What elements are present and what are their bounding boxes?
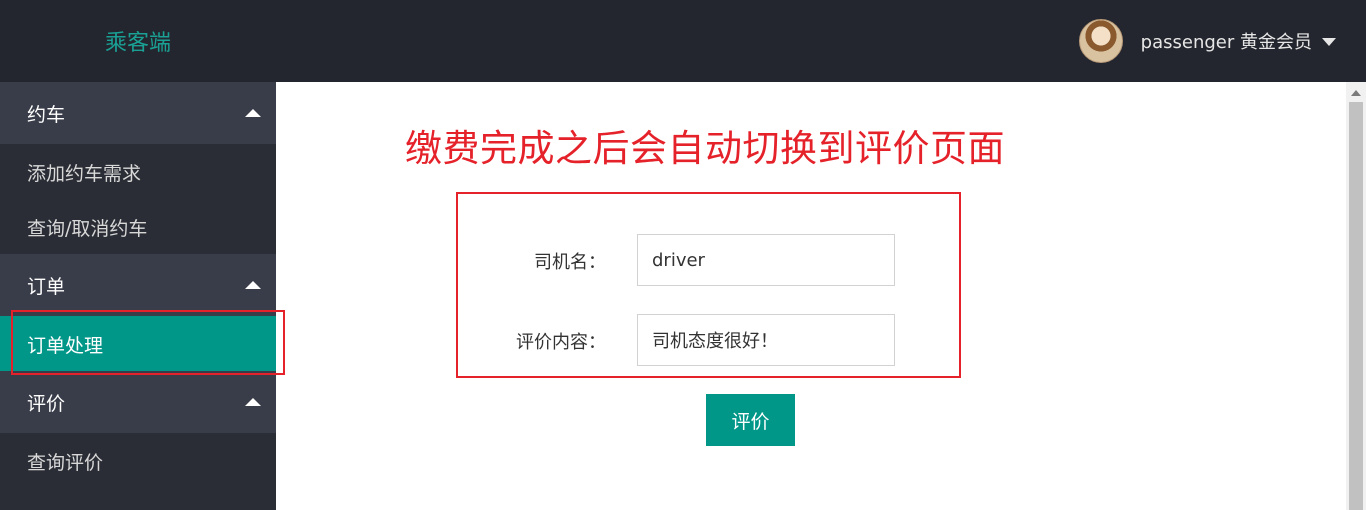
- user-menu[interactable]: passenger 黄金会员: [1078, 18, 1336, 64]
- chevron-up-icon: [245, 281, 261, 289]
- scroll-thumb[interactable]: [1349, 102, 1363, 510]
- app-brand[interactable]: 乘客端: [105, 25, 171, 57]
- chevron-up-icon: [245, 398, 261, 406]
- sidebar-item-add-booking[interactable]: 添加约车需求: [0, 144, 276, 199]
- avatar[interactable]: [1078, 19, 1123, 63]
- scroll-up-arrow-icon[interactable]: [1351, 90, 1361, 96]
- sidebar-item-label: 查询评价: [27, 452, 104, 474]
- chevron-up-icon: [245, 109, 261, 117]
- sidebar-item-label: 订单处理: [27, 335, 104, 357]
- driver-name-label: 司机名：: [534, 252, 606, 273]
- sidebar-item-order-processing[interactable]: 订单处理: [0, 316, 276, 371]
- sidebar-group-label: 约车: [27, 104, 66, 126]
- sidebar-item-query-cancel-booking[interactable]: 查询/取消约车: [0, 199, 276, 254]
- sidebar-group-orders[interactable]: 订单: [0, 254, 276, 316]
- user-name[interactable]: passenger 黄金会员: [1141, 28, 1312, 54]
- top-header: 乘客端 passenger 黄金会员: [0, 0, 1366, 82]
- comment-label: 评价内容：: [516, 332, 606, 353]
- sidebar-group-label: 评价: [27, 393, 66, 415]
- sidebar-item-query-reviews[interactable]: 查询评价: [0, 433, 276, 488]
- sidebar-group-reviews[interactable]: 评价: [0, 371, 276, 433]
- submit-review-button[interactable]: 评价: [706, 394, 795, 446]
- sidebar-group-booking[interactable]: 约车: [0, 82, 276, 144]
- sidebar-item-label: 查询/取消约车: [27, 218, 148, 240]
- sidebar-item-label: 添加约车需求: [27, 163, 142, 185]
- chevron-down-icon[interactable]: [1322, 38, 1336, 46]
- vertical-scrollbar[interactable]: [1346, 82, 1366, 510]
- driver-name-field[interactable]: driver: [637, 234, 895, 286]
- sidebar-group-label: 订单: [27, 276, 66, 298]
- sidebar: 约车 添加约车需求 查询/取消约车 订单 订单处理 评价 查询评价: [0, 82, 276, 510]
- annotation-text: 缴费完成之后会自动切换到评价页面: [405, 127, 1005, 170]
- comment-field[interactable]: 司机态度很好！: [637, 314, 895, 366]
